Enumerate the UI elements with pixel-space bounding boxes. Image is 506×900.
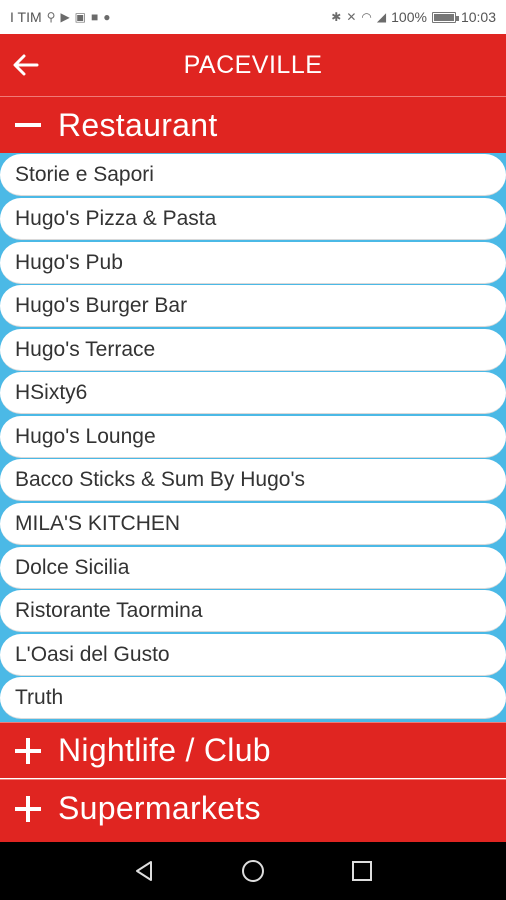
wifi-icon: ◠ <box>361 10 372 24</box>
system-nav-bar <box>0 842 506 900</box>
app-bar: PACEVILLE <box>0 34 506 97</box>
list-item[interactable]: Hugo's Pub <box>0 242 506 284</box>
list-item[interactable]: Dolce Sicilia <box>0 547 506 589</box>
usb-icon: ⚲ <box>46 10 56 24</box>
nav-back-button[interactable] <box>129 856 159 886</box>
arrow-left-icon <box>13 54 39 76</box>
bluetooth-icon: ✱ <box>331 10 342 24</box>
status-right: ✱ ✕ ◠ ◢ 100% 10:03 <box>331 9 496 25</box>
mute-icon: ✕ <box>346 10 357 24</box>
chat-icon: ● <box>103 10 111 24</box>
plus-icon <box>14 795 42 823</box>
image-icon: ▣ <box>74 10 87 24</box>
list-item[interactable]: Hugo's Pizza & Pasta <box>0 198 506 240</box>
minus-icon <box>14 111 42 139</box>
nav-recents-button[interactable] <box>347 856 377 886</box>
section-title: Restaurant <box>58 106 218 143</box>
play-store-icon: ▶ <box>60 10 70 24</box>
facebook-icon: ■ <box>91 10 99 24</box>
nav-home-button[interactable] <box>238 856 268 886</box>
list-item[interactable]: Hugo's Burger Bar <box>0 285 506 327</box>
circle-home-icon <box>241 860 264 882</box>
list-item[interactable]: Ristorante Taormina <box>0 590 506 632</box>
status-left: I TIM ⚲ ▶ ▣ ■ ● <box>10 9 111 25</box>
list-item[interactable]: Hugo's Lounge <box>0 416 506 458</box>
signal-icon: ◢ <box>376 10 387 24</box>
restaurant-list[interactable]: Storie e Sapori Hugo's Pizza & Pasta Hug… <box>0 153 506 722</box>
triangle-back-icon <box>136 861 153 881</box>
plus-icon <box>14 737 42 765</box>
back-button[interactable] <box>8 47 44 83</box>
list-item[interactable]: MILA'S KITCHEN <box>0 503 506 545</box>
list-item[interactable]: Hugo's Terrace <box>0 329 506 371</box>
section-header-restaurant[interactable]: Restaurant <box>0 97 506 153</box>
square-recents-icon <box>351 861 372 881</box>
section-header-nightlife[interactable]: Nightlife / Club <box>0 722 506 778</box>
list-item[interactable]: HSixty6 <box>0 372 506 414</box>
list-item[interactable]: Truth <box>0 677 506 719</box>
section-header-supermarkets[interactable]: Supermarkets <box>0 779 506 837</box>
battery-percent: 100% <box>391 9 427 25</box>
carrier-label: I TIM <box>10 9 42 25</box>
list-item[interactable]: Storie e Sapori <box>0 154 506 196</box>
section-title: Nightlife / Club <box>58 732 271 768</box>
battery-icon <box>431 11 459 23</box>
list-item[interactable]: Bacco Sticks & Sum By Hugo's <box>0 459 506 501</box>
section-title: Supermarkets <box>58 790 261 826</box>
list-item[interactable]: L'Oasi del Gusto <box>0 634 506 676</box>
status-bar: I TIM ⚲ ▶ ▣ ■ ● ✱ ✕ ◠ ◢ 100% 10:03 <box>0 0 506 34</box>
clock: 10:03 <box>460 9 496 25</box>
page-title: PACEVILLE <box>183 50 323 79</box>
